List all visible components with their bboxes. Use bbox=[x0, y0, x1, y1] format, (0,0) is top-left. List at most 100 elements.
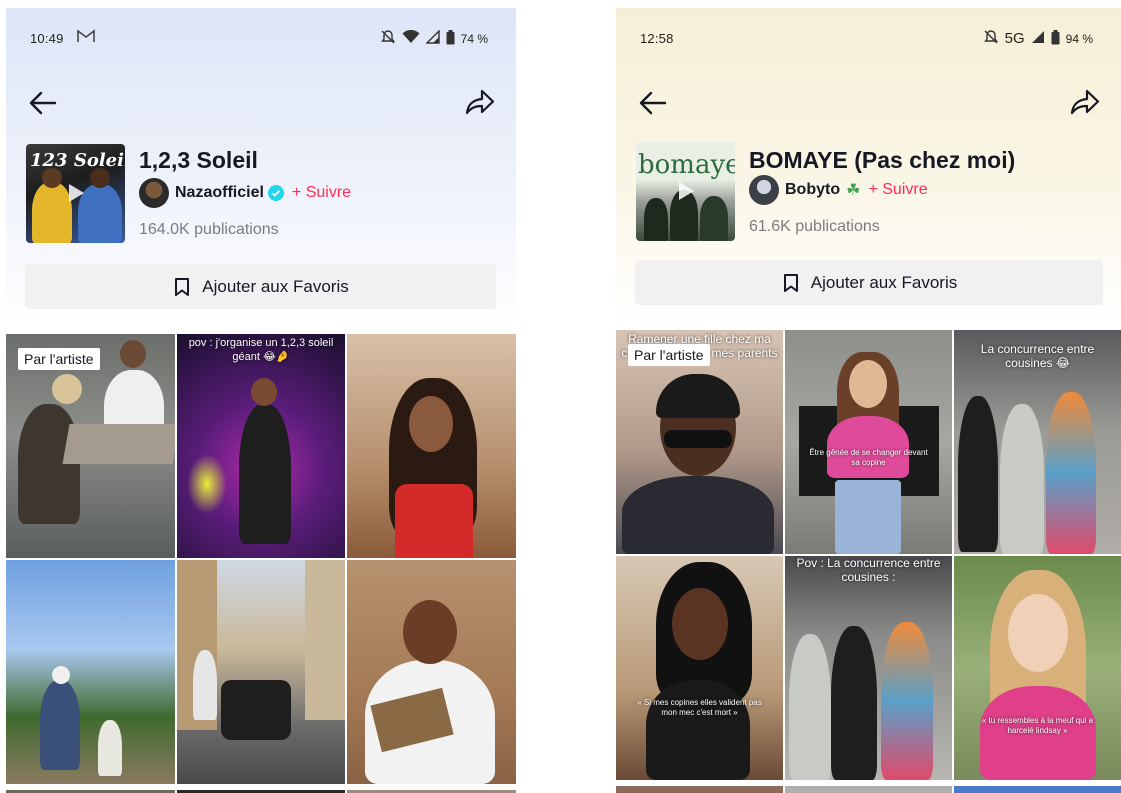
artist-avatar[interactable] bbox=[139, 178, 169, 208]
artist-row: Nazaofficiel + Suivre bbox=[139, 178, 351, 208]
cover-person bbox=[700, 196, 728, 241]
video-tile-9[interactable] bbox=[954, 786, 1121, 793]
video-tile-6[interactable]: « tu ressembles à la meuf qui a harcelé … bbox=[954, 556, 1121, 780]
favorites-label: Ajouter aux Favoris bbox=[810, 272, 958, 292]
sound-cover-image[interactable]: bomaye bbox=[636, 142, 735, 241]
artist-name[interactable]: Bobyto bbox=[785, 181, 840, 199]
wifi-icon bbox=[402, 29, 420, 47]
sound-title: BOMAYE (Pas chez moi) bbox=[749, 147, 1016, 173]
tile-person bbox=[622, 476, 774, 554]
video-tile-3[interactable]: La concurrence entre cousines 😂 bbox=[954, 330, 1121, 554]
tile-person bbox=[789, 634, 831, 780]
video-grid: Ramener une fille chez ma copine dite ch… bbox=[616, 330, 1121, 780]
by-artist-tag: Par l'artiste bbox=[18, 348, 100, 370]
tile-head bbox=[120, 340, 146, 368]
video-tile-1[interactable]: Ramener une fille chez ma copine dite ch… bbox=[616, 330, 783, 554]
favorites-label: Ajouter aux Favoris bbox=[202, 276, 349, 296]
tile-head bbox=[1008, 594, 1068, 672]
tile-lights bbox=[186, 454, 227, 514]
signal-icon bbox=[1031, 30, 1045, 47]
video-tile-5[interactable]: Pov : La concurrence entre cousines : bbox=[785, 556, 952, 780]
tile-vehicle bbox=[220, 680, 291, 740]
status-bar: 10:49 74 % bbox=[6, 8, 516, 68]
verified-badge-icon bbox=[267, 185, 284, 201]
tile-caption: pov : j'organise un 1,2,3 soleil géant 😂… bbox=[188, 337, 334, 363]
tile-cap-hat bbox=[656, 374, 740, 418]
tile-person bbox=[881, 622, 933, 780]
cover-head-right bbox=[90, 168, 110, 188]
tile-caption: Être gênée de se changer devant sa copin… bbox=[809, 448, 928, 467]
back-arrow-icon[interactable] bbox=[28, 90, 58, 116]
tile-sunglasses bbox=[664, 430, 732, 448]
video-tile-2[interactable]: Être gênée de se changer devant sa copin… bbox=[785, 330, 952, 554]
video-tile-8[interactable] bbox=[785, 786, 952, 793]
tile-person bbox=[18, 404, 80, 524]
tile-jeans bbox=[835, 480, 901, 554]
tile-caption: Pov : La concurrence entre cousines : bbox=[796, 556, 941, 584]
publications-count: 164.0K publications bbox=[139, 221, 279, 238]
tile-caption: « Si mes copines elles valident pas mon … bbox=[637, 698, 762, 717]
tile-buildings bbox=[305, 560, 346, 720]
artist-row: Bobyto ☘ + Suivre bbox=[749, 175, 928, 205]
tile-head bbox=[52, 374, 82, 404]
status-bar: 12:58 5G 94 % bbox=[616, 8, 1121, 68]
cover-title-text: 123 Soleil bbox=[30, 150, 125, 171]
back-arrow-icon[interactable] bbox=[638, 90, 668, 116]
video-tile-4[interactable]: « Si mes copines elles valident pas mon … bbox=[616, 556, 783, 780]
status-time: 12:58 bbox=[640, 31, 674, 46]
tile-person bbox=[1000, 404, 1044, 554]
sound-cover-image[interactable]: 123 Soleil bbox=[26, 144, 125, 243]
tile-top bbox=[646, 680, 750, 780]
by-artist-tag: Par l'artiste bbox=[628, 344, 710, 366]
battery-icon bbox=[1051, 29, 1060, 48]
video-tile-4[interactable] bbox=[6, 560, 175, 784]
tile-head bbox=[849, 360, 887, 408]
share-icon[interactable] bbox=[1069, 88, 1101, 116]
screenshot-left: 10:49 74 % 123 Soleil 1,2,3 Soleil Nazao… bbox=[6, 8, 516, 793]
share-icon[interactable] bbox=[464, 88, 496, 116]
add-to-favorites-button[interactable]: Ajouter aux Favoris bbox=[635, 260, 1103, 305]
play-icon bbox=[679, 182, 694, 200]
tile-caption: La concurrence entre cousines 😂 bbox=[980, 342, 1095, 370]
artist-name[interactable]: Nazaofficiel bbox=[175, 184, 264, 202]
battery-icon bbox=[446, 29, 455, 48]
mute-icon bbox=[983, 29, 999, 48]
status-time: 10:49 bbox=[30, 31, 64, 46]
video-tile-6[interactable] bbox=[347, 560, 516, 784]
signal-icon bbox=[424, 29, 440, 47]
tile-head bbox=[672, 588, 728, 660]
tile-top bbox=[395, 484, 474, 558]
video-tile-3[interactable] bbox=[347, 334, 516, 558]
battery-percent: 74 % bbox=[460, 31, 488, 46]
follow-button[interactable]: + Suivre bbox=[868, 181, 927, 199]
screenshot-right: 12:58 5G 94 % bomaye BOMAYE (Pas chez mo… bbox=[616, 8, 1121, 793]
tile-person bbox=[1046, 392, 1096, 554]
video-tile-2[interactable]: pov : j'organise un 1,2,3 soleil géant 😂… bbox=[176, 334, 346, 558]
sound-title: 1,2,3 Soleil bbox=[139, 147, 258, 173]
tile-person bbox=[958, 396, 998, 552]
video-tile-1[interactable]: Par l'artiste bbox=[6, 334, 175, 558]
tile-child bbox=[98, 720, 122, 776]
artist-avatar[interactable] bbox=[749, 175, 779, 205]
tile-caption: « tu ressembles à la meuf qui a harcelé … bbox=[981, 716, 1094, 735]
network-type: 5G bbox=[1004, 30, 1025, 47]
video-tile-5[interactable] bbox=[176, 560, 346, 784]
tile-head bbox=[250, 378, 277, 406]
tile-person bbox=[831, 626, 877, 780]
clover-icon: ☘ bbox=[846, 182, 861, 199]
add-to-favorites-button[interactable]: Ajouter aux Favoris bbox=[25, 264, 496, 309]
mute-icon bbox=[380, 29, 396, 48]
tile-person bbox=[238, 404, 291, 544]
cover-person bbox=[644, 198, 668, 241]
bookmark-icon bbox=[175, 277, 190, 296]
tile-top bbox=[827, 416, 909, 478]
video-tile-7[interactable] bbox=[616, 786, 783, 793]
follow-button[interactable]: + Suivre bbox=[292, 184, 351, 202]
bookmark-icon bbox=[783, 273, 798, 292]
cover-head-left bbox=[42, 168, 62, 188]
video-grid: Par l'artiste pov : j'organise un 1,2,3 … bbox=[6, 334, 516, 784]
play-icon bbox=[69, 184, 84, 202]
tile-head bbox=[403, 600, 458, 664]
gmail-icon bbox=[77, 29, 95, 46]
cover-title-text: bomaye bbox=[638, 150, 735, 180]
